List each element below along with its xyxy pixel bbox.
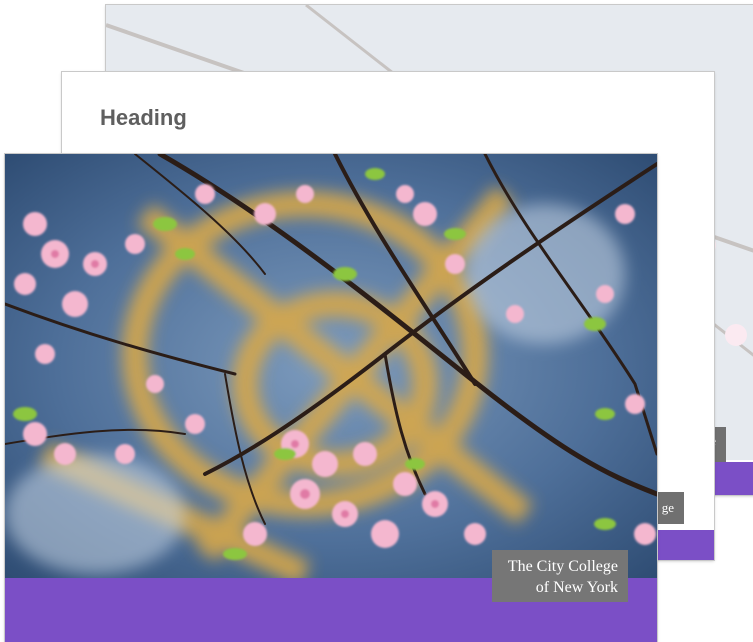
college-logo: The City College of New York [492, 550, 628, 602]
slide-heading: Heading [100, 105, 187, 130]
cherry-blossom-photo [5, 154, 657, 578]
slide-thumbnail-front[interactable]: The City College of New York [5, 154, 657, 642]
